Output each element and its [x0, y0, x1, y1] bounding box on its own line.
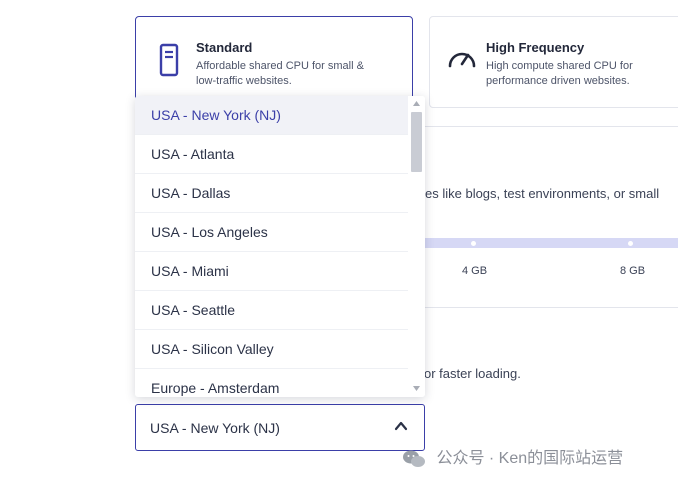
location-select[interactable]: USA - New York (NJ) [135, 404, 425, 451]
scroll-down-arrow-icon[interactable] [412, 384, 421, 393]
plan-card-standard[interactable]: Standard Affordable shared CPU for small… [135, 16, 413, 108]
watermark-text: 公众号 · Ken的国际站运营 [436, 450, 624, 467]
location-description: or faster loading. [424, 366, 521, 381]
server-icon [159, 43, 179, 77]
location-option[interactable]: Europe - Amsterdam [135, 369, 408, 397]
location-option[interactable]: USA - Los Angeles [135, 213, 408, 252]
plan-title: Standard [196, 40, 253, 55]
plan-size-section [408, 126, 678, 308]
location-option[interactable]: USA - Miami [135, 252, 408, 291]
location-option[interactable]: USA - Seattle [135, 291, 408, 330]
plan-card-high-frequency[interactable]: High Frequency High compute shared CPU f… [429, 16, 678, 108]
slider-label: 8 GB [620, 265, 646, 277]
plan-description: Affordable shared CPU for small & low-tr… [196, 60, 364, 87]
scroll-up-arrow-icon[interactable] [412, 99, 421, 108]
plan-description: High compute shared CPU for performance … [486, 60, 633, 87]
location-option[interactable]: USA - Dallas [135, 174, 408, 213]
memory-slider-track[interactable] [420, 238, 678, 248]
scrollbar-thumb[interactable] [411, 112, 422, 172]
plan-size-description: sites like blogs, test environments, or … [412, 186, 660, 201]
location-dropdown: USA - New York (NJ) USA - Atlanta USA - … [135, 96, 425, 397]
dropdown-scrollbar[interactable] [408, 96, 425, 397]
location-select-value: USA - New York (NJ) [150, 420, 280, 436]
slider-tick [471, 241, 476, 246]
slider-label: 4 GB [462, 265, 488, 277]
plan-title: High Frequency [486, 40, 585, 55]
location-option[interactable]: USA - New York (NJ) [135, 96, 408, 135]
watermark: 公众号 · Ken的国际站运营 [402, 446, 623, 472]
wechat-icon [403, 450, 425, 467]
speedometer-icon [448, 52, 476, 68]
location-option[interactable]: USA - Atlanta [135, 135, 408, 174]
location-option[interactable]: USA - Silicon Valley [135, 330, 408, 369]
chevron-up-icon [394, 421, 408, 431]
slider-tick [628, 241, 633, 246]
